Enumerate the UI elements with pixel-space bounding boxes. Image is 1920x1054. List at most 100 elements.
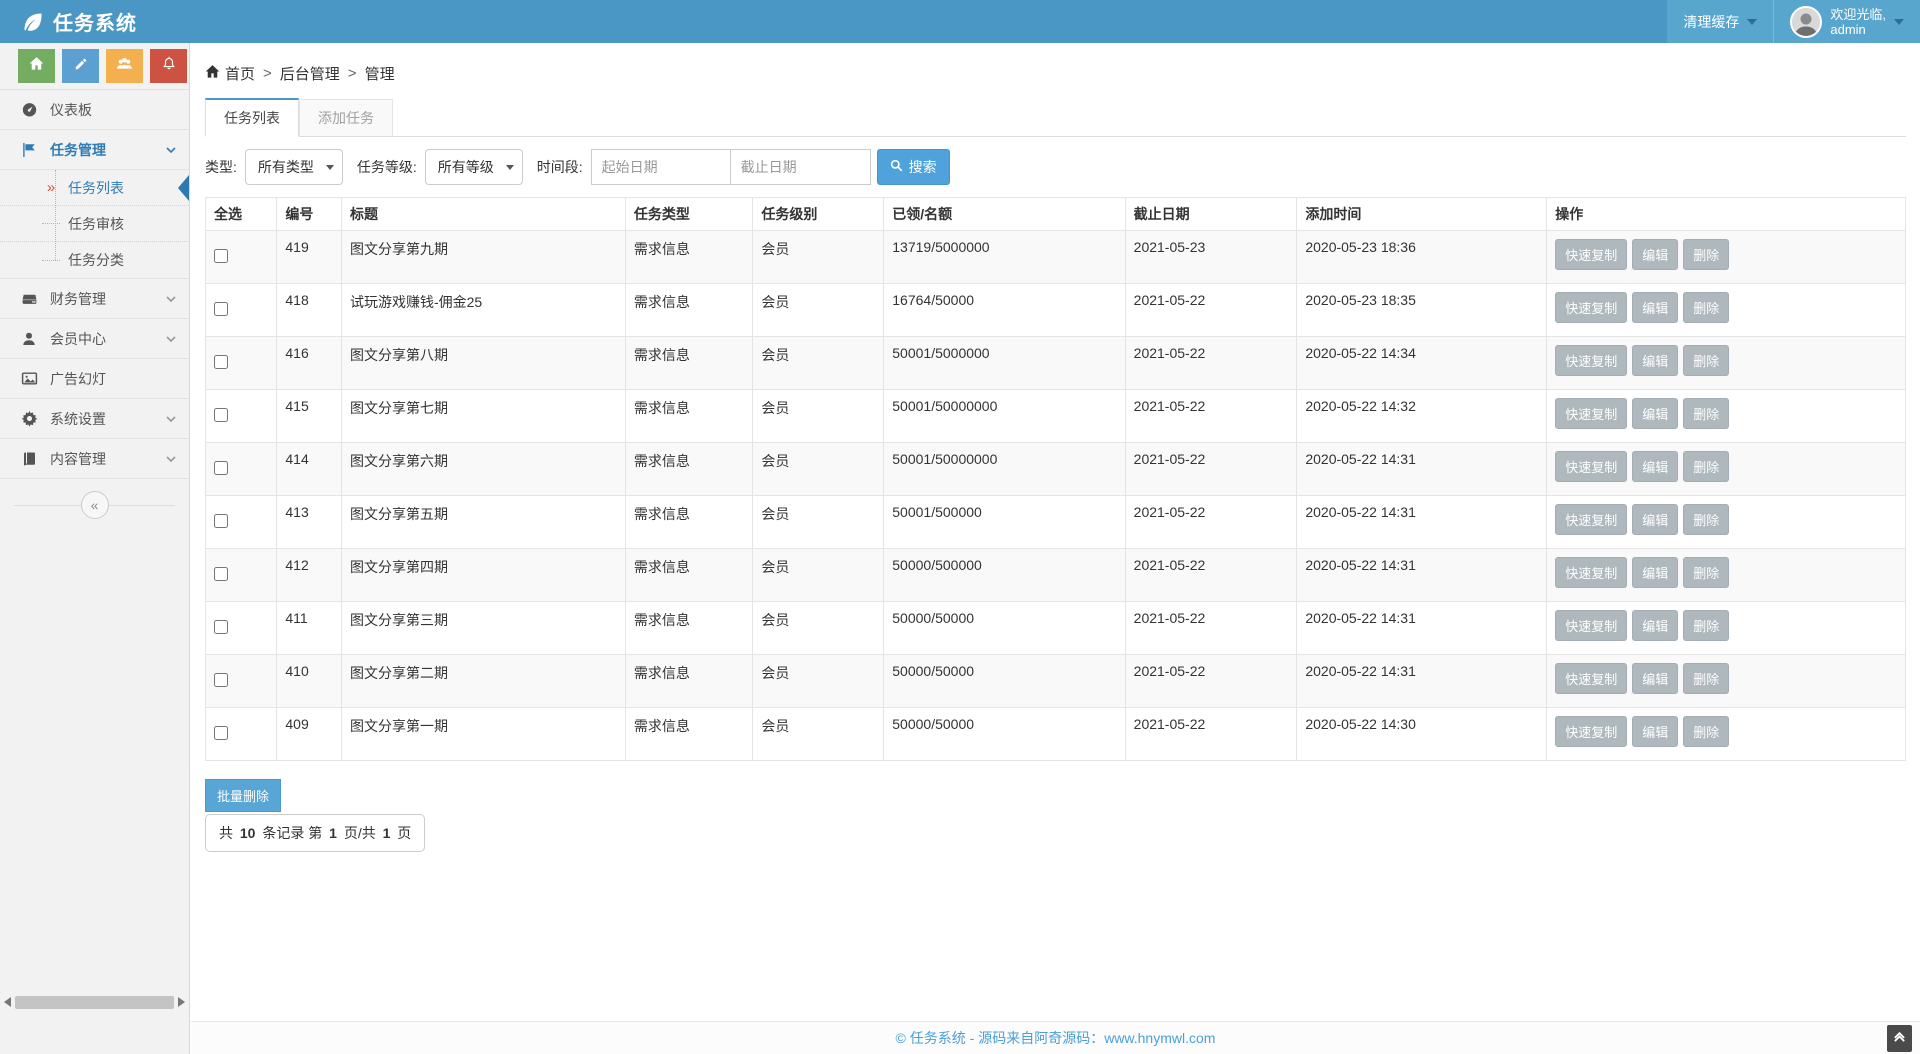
cell-type: 需求信息 [625,602,753,655]
start-date-input[interactable] [591,149,731,185]
back-to-top-button[interactable] [1887,1025,1912,1052]
cell-level: 会员 [753,496,884,549]
pagination-page: 1 [329,825,337,841]
breadcrumb-backend[interactable]: 后台管理 [280,63,340,84]
row-select-cell [206,655,277,708]
quick-copy-button[interactable]: 快速复制 [1555,239,1627,270]
double-angle-icon: » [42,179,60,196]
edit-button[interactable]: 编辑 [1632,398,1678,429]
batch-delete-button[interactable]: 批量删除 [205,779,281,812]
row-checkbox[interactable] [214,567,228,581]
sidebar-item-dashboard[interactable]: 仪表板 [0,90,189,130]
cell-quota: 50001/50000000 [884,443,1125,496]
delete-button[interactable]: 删除 [1683,239,1729,270]
edit-button[interactable]: 编辑 [1632,610,1678,641]
edit-button[interactable]: 编辑 [1632,716,1678,747]
quick-copy-button[interactable]: 快速复制 [1555,557,1627,588]
cell-title: 试玩游戏赚钱-佣金25 [341,284,625,337]
clear-cache-dropdown[interactable]: 清理缓存 [1667,0,1773,43]
row-checkbox[interactable] [214,249,228,263]
row-checkbox[interactable] [214,726,228,740]
quick-copy-button[interactable]: 快速复制 [1555,610,1627,641]
delete-button[interactable]: 删除 [1683,292,1729,323]
edit-button[interactable]: 编辑 [1632,239,1678,270]
delete-button[interactable]: 删除 [1683,716,1729,747]
user-dropdown[interactable]: 欢迎光临, admin [1773,0,1920,43]
delete-button[interactable]: 删除 [1683,610,1729,641]
cell-title: 图文分享第三期 [341,602,625,655]
row-select-cell [206,284,277,337]
app-header: 任务系统 清理缓存 欢迎光临, admin [0,0,1920,43]
pagination-summary: 共 10 条记录 第 1 页/共 1 页 [205,814,425,852]
cell-added: 2020-05-22 14:31 [1297,443,1547,496]
column-header: 已领/名额 [884,198,1125,231]
edit-button[interactable]: 编辑 [1632,345,1678,376]
breadcrumb-item: 首页 [225,63,255,84]
sidebar-collapse-button[interactable]: « [81,491,109,519]
quick-copy-button[interactable]: 快速复制 [1555,451,1627,482]
edit-button[interactable]: 编辑 [1632,292,1678,323]
type-select[interactable]: 所有类型 [245,149,343,185]
quick-copy-button[interactable]: 快速复制 [1555,716,1627,747]
cell-quota: 50000/500000 [884,549,1125,602]
tab-bar: 任务列表 添加任务 [205,98,1906,137]
scrollbar-thumb[interactable] [15,996,174,1009]
scroll-left-arrow-icon[interactable] [4,997,11,1007]
edit-button[interactable]: 编辑 [1632,557,1678,588]
quick-copy-button[interactable]: 快速复制 [1555,345,1627,376]
sidebar-item-task-category[interactable]: 任务分类 [0,242,189,278]
sidebar-item-system-settings[interactable]: 系统设置 [0,399,189,439]
quick-copy-button[interactable]: 快速复制 [1555,398,1627,429]
delete-button[interactable]: 删除 [1683,451,1729,482]
sidebar-item-ad-slides[interactable]: 广告幻灯 [0,359,189,399]
quick-copy-button[interactable]: 快速复制 [1555,663,1627,694]
edit-button[interactable]: 编辑 [1632,504,1678,535]
scroll-right-arrow-icon[interactable] [178,997,185,1007]
search-button[interactable]: 搜索 [877,149,950,185]
cell-title: 图文分享第五期 [341,496,625,549]
sidebar-item-task-management[interactable]: 任务管理 [0,130,189,170]
user-avatar [1790,6,1822,38]
row-actions-cell: 快速复制编辑删除 [1547,337,1906,390]
sidebar-item-finance[interactable]: 财务管理 [0,279,189,319]
edit-quick-button[interactable] [62,49,99,83]
column-header: 截止日期 [1125,198,1297,231]
notifications-quick-button[interactable] [150,49,187,83]
row-checkbox[interactable] [214,514,228,528]
delete-button[interactable]: 删除 [1683,345,1729,376]
edit-button[interactable]: 编辑 [1632,451,1678,482]
row-checkbox[interactable] [214,408,228,422]
quick-copy-button[interactable]: 快速复制 [1555,504,1627,535]
breadcrumb-home[interactable]: 首页 [205,63,255,84]
row-checkbox[interactable] [214,302,228,316]
sidebar-item-task-list[interactable]: » 任务列表 [0,170,189,206]
column-header: 标题 [341,198,625,231]
users-quick-button[interactable] [106,49,143,83]
sidebar-item-content-management[interactable]: 内容管理 [0,439,189,479]
home-quick-button[interactable] [18,49,55,83]
delete-button[interactable]: 删除 [1683,504,1729,535]
cell-added: 2020-05-22 14:31 [1297,549,1547,602]
row-checkbox[interactable] [214,355,228,369]
cell-added: 2020-05-22 14:31 [1297,602,1547,655]
level-select[interactable]: 所有等级 [425,149,523,185]
cell-id: 419 [277,231,342,284]
row-checkbox[interactable] [214,673,228,687]
delete-button[interactable]: 删除 [1683,398,1729,429]
sidebar-quick-buttons [0,43,189,89]
row-select-cell [206,390,277,443]
row-checkbox[interactable] [214,461,228,475]
end-date-input[interactable] [731,149,871,185]
tab-task-list[interactable]: 任务列表 [205,98,299,137]
sidebar-item-task-review[interactable]: 任务审核 [0,206,189,242]
edit-button[interactable]: 编辑 [1632,663,1678,694]
delete-button[interactable]: 删除 [1683,663,1729,694]
delete-button[interactable]: 删除 [1683,557,1729,588]
row-checkbox[interactable] [214,620,228,634]
quick-copy-button[interactable]: 快速复制 [1555,292,1627,323]
tab-add-task[interactable]: 添加任务 [299,99,393,136]
sidebar-item-member-center[interactable]: 会员中心 [0,319,189,359]
pagination-total: 10 [240,825,256,841]
breadcrumb: 首页 > 后台管理 > 管理 [191,43,1920,98]
row-select-cell [206,708,277,761]
